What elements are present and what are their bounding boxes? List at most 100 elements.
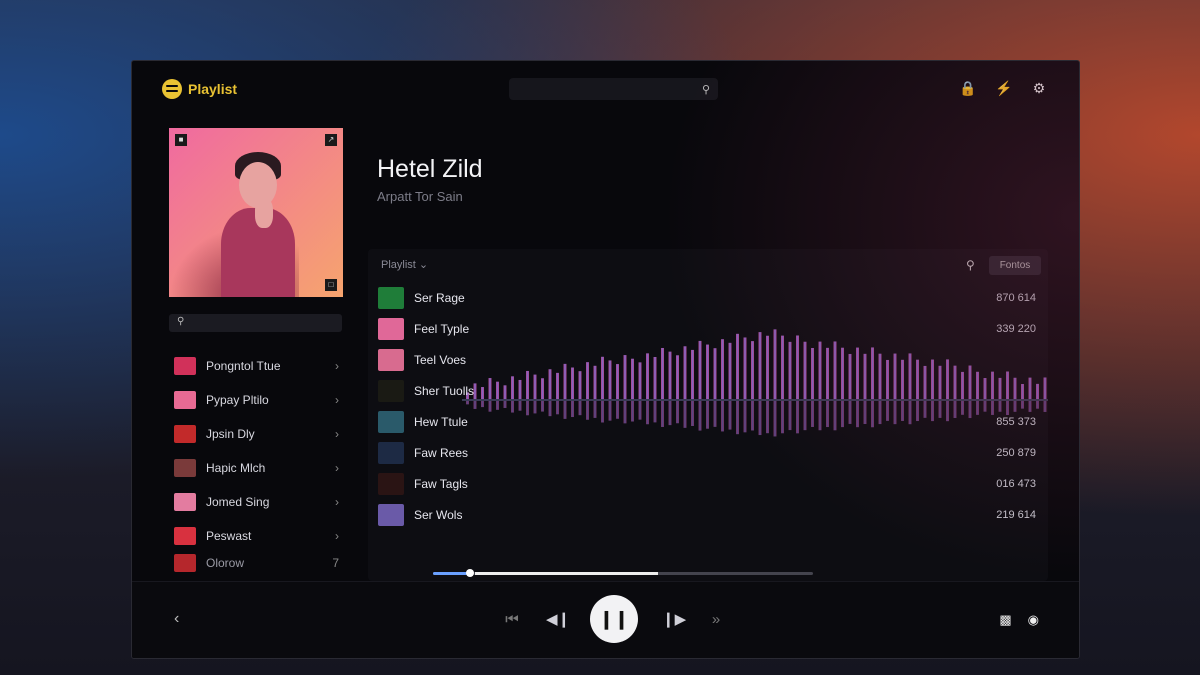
- music-app-logo-icon: [162, 79, 182, 99]
- chevron-right-icon: 7: [332, 556, 339, 570]
- progress-buffered: [475, 572, 658, 575]
- app-title: Playlist: [188, 81, 238, 97]
- cover-corner-icon[interactable]: ■: [175, 134, 187, 146]
- sidebar-item-label: Jomed Sing: [206, 495, 270, 509]
- playlist-panel: Playlist ⌄ ⚲ Fontos Ser Rage 870 614 Feel …: [368, 249, 1048, 581]
- track-row[interactable]: Ser Wols 219 614: [378, 499, 1038, 530]
- waveform-bar-reflection: [1043, 401, 1047, 412]
- playback-progress-bar[interactable]: [433, 569, 813, 577]
- top-actions: 🔒 ⚡ ⚙: [959, 80, 1047, 97]
- sidebar-item-label: Jpsin Dly: [206, 427, 255, 441]
- track-thumbnail: [378, 472, 404, 495]
- sidebar-list: Pongntol Ttue › Pypay Pltilo › Jpsin Dly › Hap…: [169, 349, 339, 573]
- track-row[interactable]: Feel Typle 339 220: [378, 313, 1038, 344]
- sidebar-item[interactable]: Pypay Pltilo ›: [169, 383, 339, 417]
- track-list: Ser Rage 870 614 Feel Typle 339 220 Teel Voe…: [378, 282, 1038, 530]
- sidebar-item-label: Olorow: [206, 556, 245, 570]
- search-icon: ⚲: [701, 84, 710, 96]
- skip-to-start-icon[interactable]: ⏮: [502, 611, 522, 628]
- track-name: Sher Tuolls: [414, 383, 475, 398]
- playlist-dropdown-label: Playlist: [381, 259, 416, 271]
- track-duration: 855 373: [996, 415, 1036, 428]
- chevron-right-icon: ›: [335, 461, 339, 475]
- track-duration: 219 614: [996, 508, 1036, 521]
- sidebar-item-thumbnail: [174, 459, 196, 477]
- app-logo[interactable]: Playlist: [162, 79, 237, 99]
- sidebar-item-thumbnail: [174, 554, 196, 572]
- album-title: Hetel Zild: [377, 155, 483, 183]
- track-name: Ser Rage: [414, 290, 465, 305]
- sidebar-item-thumbnail: [174, 527, 196, 545]
- track-row[interactable]: Faw Tagls 016 473: [378, 468, 1038, 499]
- lock-icon[interactable]: 🔒: [959, 80, 976, 97]
- track-duration: 016 473: [996, 477, 1036, 490]
- pause-button[interactable]: ❙❙: [590, 595, 638, 643]
- fast-forward-icon[interactable]: »: [706, 611, 726, 628]
- settings-icon[interactable]: ⚙: [1031, 80, 1047, 97]
- chevron-right-icon: ›: [335, 393, 339, 407]
- track-row[interactable]: Faw Rees 250 879: [378, 437, 1038, 468]
- track-name: Faw Rees: [414, 445, 469, 460]
- progress-fill: [433, 572, 468, 575]
- cover-expand-icon[interactable]: ↗: [325, 134, 337, 146]
- sidebar-item-thumbnail: [174, 391, 196, 409]
- track-name: Ser Wols: [414, 507, 463, 522]
- player-window: Playlist ⚲ 🔒 ⚡ ⚙ ■ ↗ □ ⚲ Pongntol Ttue › P…: [131, 60, 1080, 659]
- chevron-right-icon: ›: [335, 529, 339, 543]
- sidebar-item[interactable]: Olorow 7: [169, 553, 339, 573]
- track-thumbnail: [378, 317, 404, 340]
- back-chevron-icon[interactable]: ‹: [174, 610, 179, 628]
- sidebar-item[interactable]: Peswast ›: [169, 519, 339, 553]
- album-cover: ■ ↗ □: [169, 128, 343, 297]
- sidebar-item-thumbnail: [174, 425, 196, 443]
- top-bar: Playlist ⚲ 🔒 ⚡ ⚙: [132, 61, 1079, 113]
- devices-icon[interactable]: ▩: [999, 612, 1011, 628]
- chevron-right-icon: ›: [335, 359, 339, 373]
- chevron-right-icon: ›: [335, 495, 339, 509]
- sidebar-item-thumbnail: [174, 493, 196, 511]
- track-row[interactable]: Sher Tuolls: [378, 375, 1038, 406]
- sidebar-item-label: Peswast: [206, 529, 252, 543]
- player-controls-bar: ‹ ⏮ ◀❙ ❙❙ ❙▶ » ▩ ◉: [132, 581, 1079, 658]
- track-row[interactable]: Teel Voes: [378, 344, 1038, 375]
- track-row[interactable]: Hew Ttule 855 373: [378, 406, 1038, 437]
- track-name: Teel Voes: [414, 352, 467, 367]
- waveform-bar: [1043, 377, 1047, 399]
- track-row[interactable]: Ser Rage 870 614: [378, 282, 1038, 313]
- right-controls: ▩ ◉: [999, 612, 1039, 628]
- track-name: Faw Tagls: [414, 476, 468, 491]
- sidebar-item-label: Pypay Pltilo: [206, 393, 269, 407]
- track-name: Hew Ttule: [414, 414, 468, 429]
- sidebar-item-label: Hapic Mlch: [206, 461, 266, 475]
- sidebar-search-input[interactable]: ⚲: [169, 314, 342, 332]
- track-thumbnail: [378, 348, 404, 371]
- bolt-icon[interactable]: ⚡: [995, 80, 1012, 97]
- volume-icon[interactable]: ◉: [1028, 612, 1039, 628]
- chevron-down-icon: ⌄: [418, 259, 429, 271]
- sidebar-item[interactable]: Jomed Sing ›: [169, 485, 339, 519]
- cover-person-hand: [255, 198, 273, 228]
- track-thumbnail: [378, 379, 404, 402]
- sidebar-item[interactable]: Pongntol Ttue ›: [169, 349, 339, 383]
- playlist-dropdown[interactable]: Playlist ⌄: [381, 258, 428, 271]
- track-duration: 339 220: [996, 322, 1036, 335]
- transport-controls: ⏮ ◀❙ ❙❙ ❙▶ »: [502, 595, 726, 643]
- track-duration: 250 879: [996, 446, 1036, 459]
- previous-track-icon[interactable]: ◀❙: [546, 610, 570, 628]
- track-name: Feel Typle: [414, 321, 470, 336]
- track-duration: 870 614: [996, 291, 1036, 304]
- sidebar-item[interactable]: Jpsin Dly ›: [169, 417, 339, 451]
- cover-menu-icon[interactable]: □: [325, 279, 337, 291]
- sidebar-item-thumbnail: [174, 357, 196, 375]
- track-thumbnail: [378, 286, 404, 309]
- next-track-icon[interactable]: ❙▶: [662, 610, 686, 628]
- search-icon: ⚲: [177, 316, 185, 327]
- track-thumbnail: [378, 410, 404, 433]
- sidebar-item-label: Pongntol Ttue: [206, 359, 281, 373]
- sidebar-item[interactable]: Hapic Mlch ›: [169, 451, 339, 485]
- track-thumbnail: [378, 503, 404, 526]
- top-search-input[interactable]: ⚲: [509, 78, 718, 100]
- chevron-right-icon: ›: [335, 427, 339, 441]
- album-subtitle: Arpatt Tor Sain: [377, 189, 463, 204]
- track-thumbnail: [378, 441, 404, 464]
